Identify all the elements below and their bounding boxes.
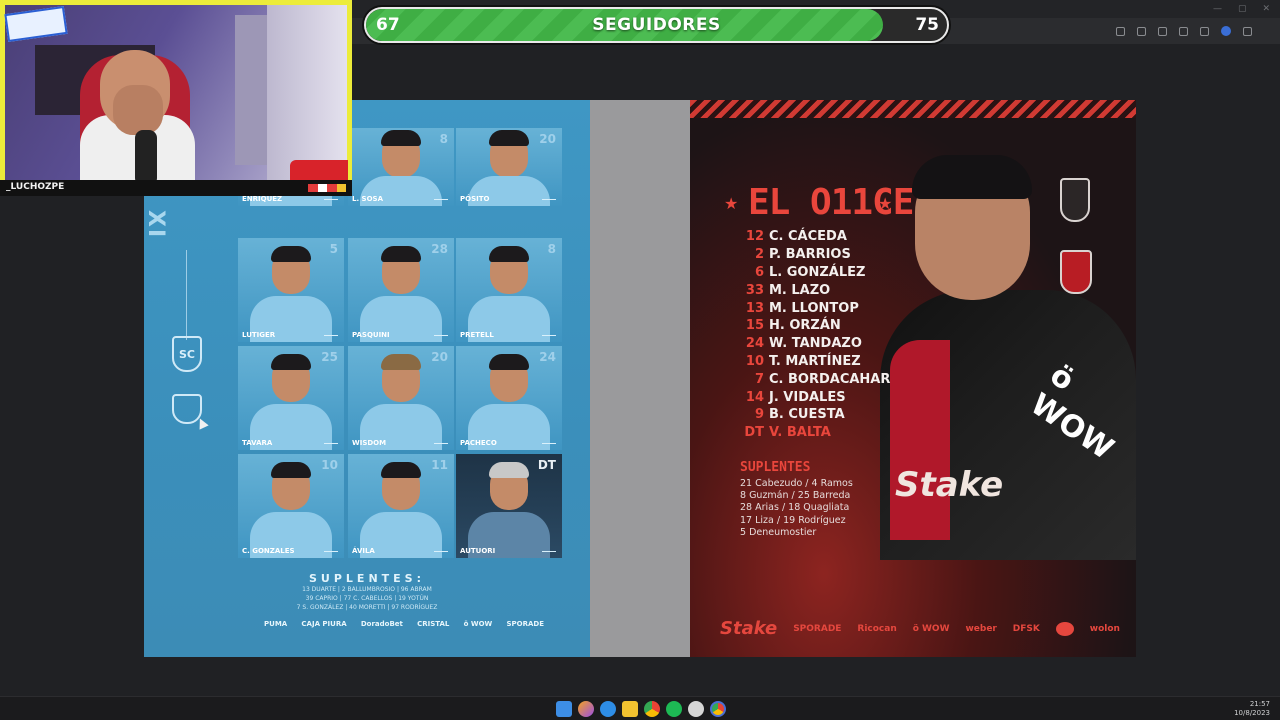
roster-row: 24 W. TANDAZO (745, 336, 862, 352)
subs-title: SUPLENTES: (309, 572, 425, 585)
roster-row: 12 C. CÁCEDA (745, 229, 847, 245)
roster-row: 9 B. CUESTA (754, 407, 845, 423)
folder-icon[interactable] (622, 701, 638, 717)
sidebar-icon[interactable] (1200, 26, 1209, 36)
roster-row: 7 C. BORDACAHAR (754, 371, 891, 387)
flag-icon (308, 184, 346, 192)
menu-icon[interactable] (1243, 26, 1252, 36)
close-icon[interactable]: ✕ (1262, 4, 1270, 14)
subs-line: 17 Liza / 19 Rodríguez (740, 514, 846, 526)
chest-sponsor: Stake (895, 465, 1004, 505)
sponsor-strip: PUMA CAJA PIURA DoradoBet CRISTAL ö WOW … (264, 620, 544, 628)
subs-line: 21 Cabezudo / 4 Ramos (740, 478, 853, 489)
star-icon: ★ (724, 194, 739, 213)
subs-line: 8 Guzmán / 25 Barreda (740, 490, 851, 502)
spotify-icon[interactable] (666, 701, 682, 717)
club-crest-icon (1060, 178, 1090, 222)
divider (186, 250, 187, 340)
sponsor-logo: ö WOW (912, 623, 950, 634)
start-menu-icon[interactable] (556, 701, 572, 717)
sponsor-logo: SPORADE (793, 623, 842, 634)
edge-icon[interactable] (600, 701, 616, 717)
profile-avatar[interactable] (1221, 26, 1231, 36)
sponsor-logo: PUMA (264, 620, 288, 628)
player-card: 11 ÁVILA (348, 454, 454, 558)
sponsor-logo: Stake (720, 618, 778, 639)
player-card: 10 C. GONZALES (238, 454, 344, 558)
roster-row: 14 J. VIDALES (745, 389, 846, 405)
melgar-crest-icon (1060, 250, 1092, 294)
subs-line: 39 CAPRIO | 77 C. CABELLOS | 19 YOTÚN (305, 595, 429, 602)
sponsor-logo: SPORADE (506, 620, 544, 628)
taskbar: 21:57 10/8/2023 (0, 696, 1280, 720)
subs-line: 5 Deneumostier (740, 526, 817, 538)
roster-row: DT V. BALTA (744, 425, 831, 441)
sponsor-logo: DFSK (1012, 623, 1040, 634)
roster-row: 10 T. MARTÍNEZ (745, 353, 861, 369)
obs-icon[interactable] (688, 701, 704, 717)
chrome-icon[interactable] (644, 701, 660, 717)
browser-toolbar-icons (960, 22, 1260, 40)
window-controls: — ▢ ✕ (1213, 4, 1270, 14)
webcam-overlay: _LUCHOZPE (0, 0, 352, 196)
roster-row: 2 P. BARRIOS (754, 247, 851, 263)
sponsor-logo: wolon (1089, 623, 1120, 634)
melgar-lineup-image: ★ EL O11CE ★ ö WOW Stake 12 C. CÁCEDA 2 P.… (690, 100, 1136, 657)
player-card: 20 PÓSITO (456, 128, 562, 206)
zoom-icon[interactable] (1116, 26, 1125, 36)
follower-goal-label: SEGUIDORES (592, 15, 721, 35)
decorative-stripe (690, 100, 1136, 118)
roster-row: 15 H. ORZÁN (745, 318, 841, 334)
player-card: 28 PASQUINI (348, 238, 454, 342)
copilot-icon[interactable] (578, 701, 594, 717)
coach-card: DT AUTUORI (456, 454, 562, 558)
player-card: 20 WISDOM (348, 346, 454, 450)
taskbar-apps (556, 701, 726, 717)
maximize-icon[interactable]: ▢ (1238, 4, 1247, 14)
subs-line: 28 Arias / 18 Quagliata (740, 502, 850, 514)
side-title: XI DE (144, 210, 168, 240)
starting-roster: 12 C. CÁCEDA 2 P. BARRIOS 6 L. GONZÁLEZ 33 M… (740, 228, 890, 442)
roster-row: 6 L. GONZÁLEZ (754, 264, 866, 280)
minimize-icon[interactable]: — (1213, 4, 1222, 14)
player-card: 5 LUTIGER (238, 238, 344, 342)
sponsor-logo: DoradoBet (360, 620, 403, 628)
subs-list: 21 Cabezudo / 4 Ramos 8 Guzmán / 25 Barr… (740, 478, 853, 539)
sponsor-logo: Ricocan (857, 623, 897, 634)
puzzle-icon[interactable] (1179, 26, 1188, 36)
player-card: 8 PRETELL (456, 238, 562, 342)
sponsor-logo: ö WOW (463, 620, 493, 628)
sponsor-strip: Stake SPORADE Ricocan ö WOW weber DFSK w… (720, 618, 1120, 639)
sponsor-logo: CRISTAL (417, 620, 450, 628)
gap-panel (590, 100, 690, 657)
sponsor-logo: weber (965, 623, 997, 634)
follower-current: 67 (376, 15, 400, 35)
sponsor-logo-circle-icon (1055, 621, 1074, 636)
extension-icon[interactable] (1158, 26, 1167, 36)
roster-row: 13 M. LLONTOP (745, 300, 859, 316)
roster-row: 33 M. LAZO (745, 282, 831, 298)
star-icon: ★ (878, 194, 893, 213)
streamer-name: _LUCHOZPE (6, 182, 65, 192)
player-card: 24 PACHECO (456, 346, 562, 450)
sponsor-logo: CAJA PIURA (301, 620, 347, 628)
follower-goal: 75 (915, 15, 939, 35)
follower-goal-bar: SEGUIDORES 67 75 (364, 7, 949, 43)
bookmark-star-icon[interactable] (1137, 26, 1146, 36)
subs-line: 13 DUARTE | 2 BALLUMBROSIO | 96 ABRAM (302, 586, 432, 593)
system-clock[interactable]: 21:57 10/8/2023 (1234, 700, 1270, 718)
stream-screen: — ▢ ✕ XI DE SC ENRÍQUEZ 8 L. SOSA 2 (0, 0, 1280, 720)
subs-title: SUPLENTES (740, 460, 811, 475)
subs-line: 7 S. GONZÁLEZ | 40 MORETTI | 97 RODRÍGUE… (296, 604, 438, 611)
player-card: 25 TAVARA (238, 346, 344, 450)
chrome-active-icon[interactable] (710, 701, 726, 717)
clock-time: 21:57 (1249, 700, 1270, 708)
clock-date: 10/8/2023 (1234, 709, 1270, 717)
player-card: 8 L. SOSA (348, 128, 454, 206)
